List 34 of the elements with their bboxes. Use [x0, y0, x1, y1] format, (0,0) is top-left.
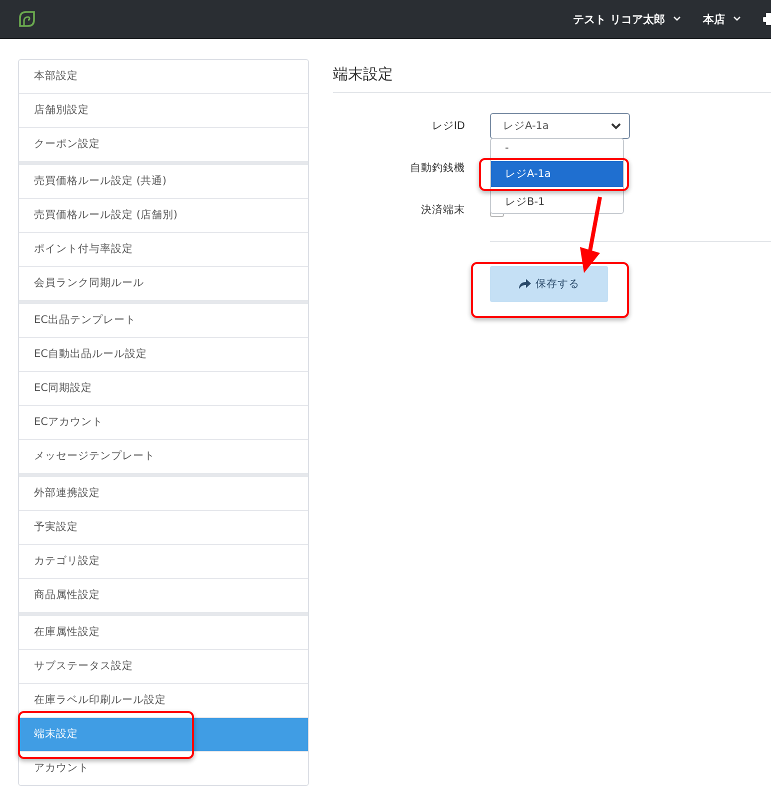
- field-label: 自動釣銭機: [410, 161, 465, 175]
- menu-item[interactable]: EC同期設定: [19, 371, 308, 405]
- menu-item[interactable]: 売買価格ルール設定 (共通): [19, 164, 308, 198]
- menu-item[interactable]: ポイント付与率設定: [19, 232, 308, 266]
- menu-item[interactable]: EC自動出品ルール設定: [19, 337, 308, 371]
- menu-item[interactable]: 予実設定: [19, 510, 308, 544]
- store-menu[interactable]: 本店: [703, 12, 741, 26]
- menu-item[interactable]: 商品属性設定: [19, 578, 308, 612]
- dropdown-option[interactable]: -: [491, 139, 623, 161]
- menu-item[interactable]: 本部設定: [19, 60, 308, 93]
- chevron-down-icon: [611, 122, 621, 130]
- page-title: 端末設定: [333, 59, 771, 93]
- dropdown-option[interactable]: レジA-1a: [491, 161, 623, 187]
- menu-item[interactable]: クーポン設定: [19, 127, 308, 161]
- menu-item[interactable]: カテゴリ設定: [19, 544, 308, 578]
- chevron-down-icon: [733, 16, 741, 22]
- menu-item[interactable]: EC出品テンプレート: [19, 303, 308, 337]
- share-arrow-icon: [518, 279, 530, 289]
- field-label: レジID: [432, 119, 465, 133]
- menu-item[interactable]: 外部連携設定: [19, 476, 308, 510]
- dropdown-option[interactable]: レジB-1: [491, 187, 623, 213]
- menu-item[interactable]: 在庫属性設定: [19, 615, 308, 649]
- save-button[interactable]: 保存する: [490, 266, 608, 302]
- menu-item[interactable]: アカウント: [19, 751, 308, 785]
- menu-item[interactable]: ECアカウント: [19, 405, 308, 439]
- menu-item[interactable]: 会員ランク同期ルール: [19, 266, 308, 300]
- chevron-down-icon: [673, 16, 681, 22]
- menu-item[interactable]: 売買価格ルール設定 (店舗別): [19, 198, 308, 232]
- user-menu[interactable]: テスト リコア太郎: [573, 12, 681, 26]
- menu-item[interactable]: メッセージテンプレート: [19, 439, 308, 473]
- field-label: 決済端末: [421, 203, 465, 217]
- menu-item[interactable]: 店舗別設定: [19, 93, 308, 127]
- menu-item[interactable]: サブステータス設定: [19, 649, 308, 683]
- leaf-logo-icon[interactable]: [18, 10, 36, 28]
